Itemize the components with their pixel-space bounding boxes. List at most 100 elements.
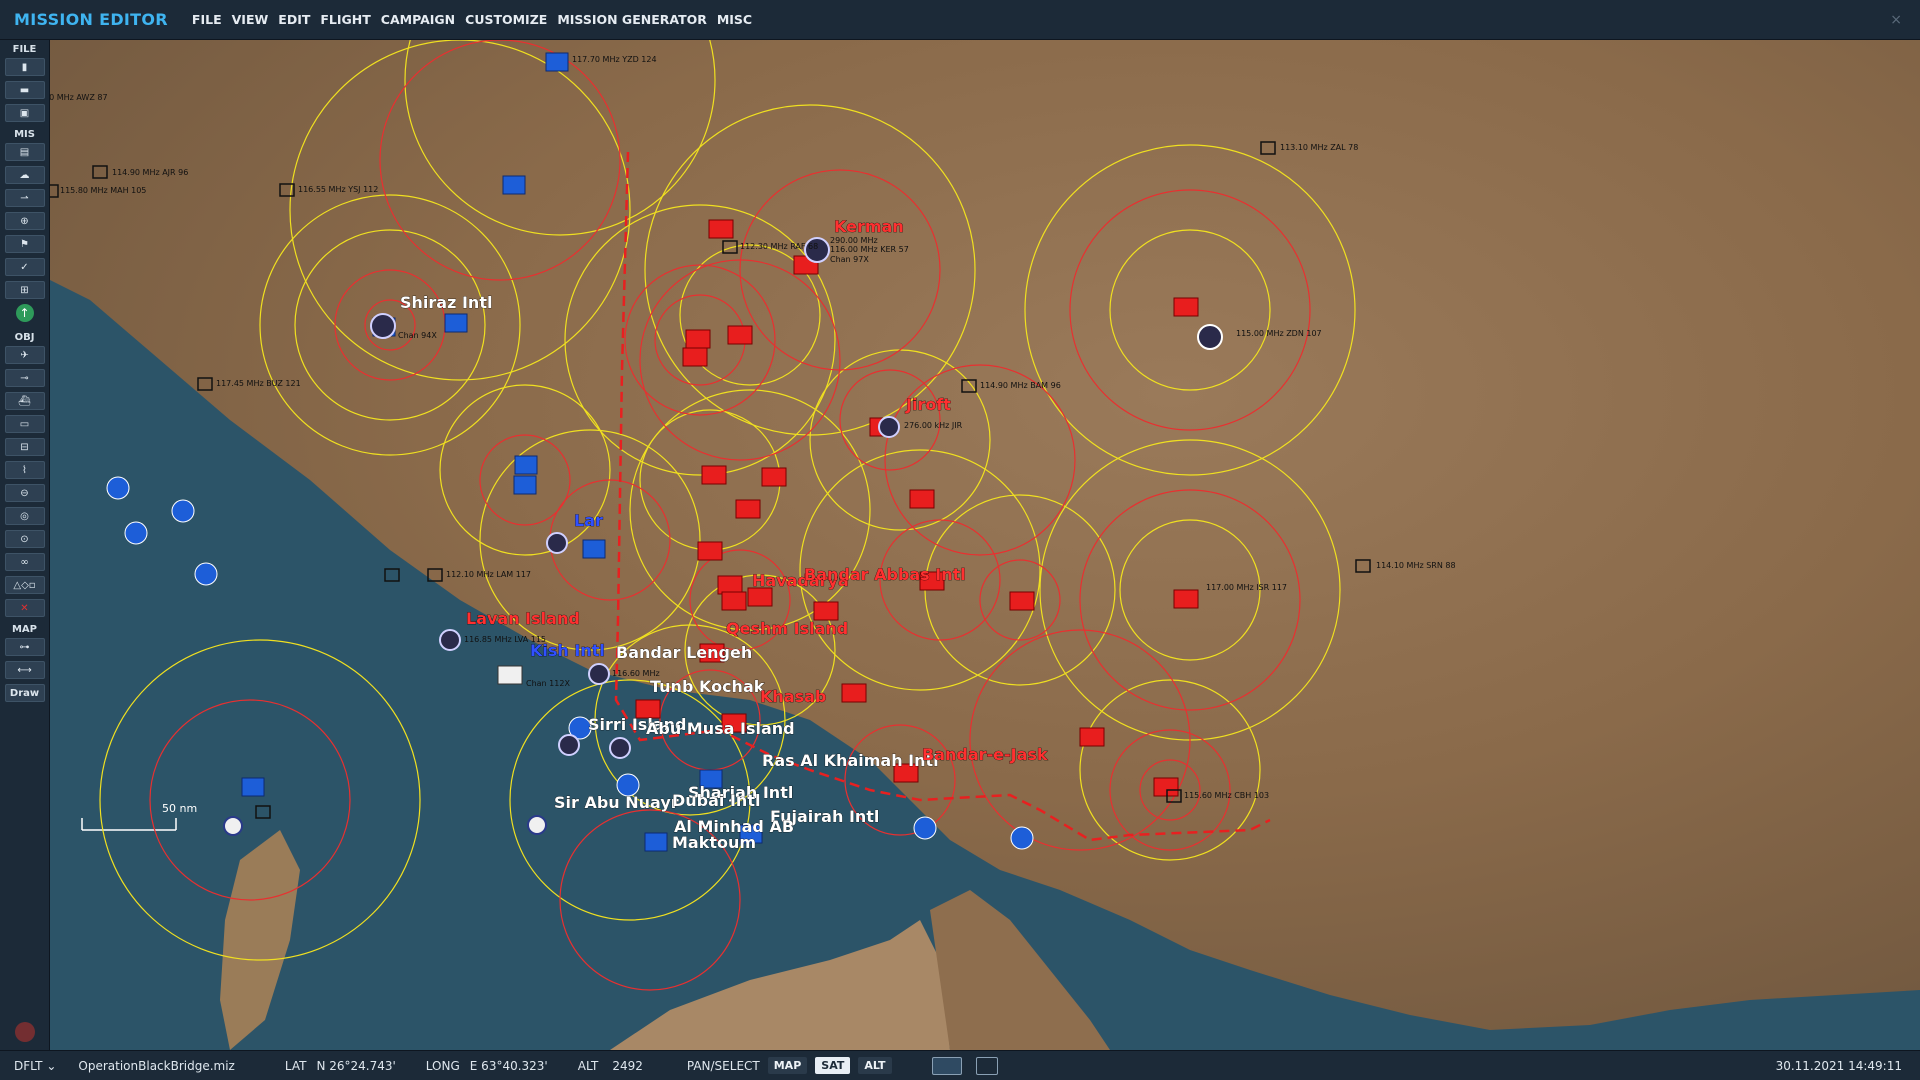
- long-value: E 63°40.323': [469, 1058, 548, 1073]
- cc-marker[interactable]: [171, 499, 195, 523]
- cc-marker[interactable]: [124, 521, 148, 545]
- check-icon[interactable]: ✓: [4, 258, 45, 276]
- menu-edit[interactable]: EDIT: [278, 12, 310, 27]
- delete-icon[interactable]: ✕: [4, 599, 45, 617]
- red-unit[interactable]: [717, 575, 743, 595]
- red-unit[interactable]: [735, 499, 761, 519]
- navaid-label: 00 MHz AWZ 87: [50, 93, 108, 102]
- goals-icon[interactable]: ⚑: [4, 235, 45, 253]
- triggers-icon[interactable]: ⇀: [4, 189, 45, 207]
- layers-icon[interactable]: [931, 1056, 962, 1075]
- map-view[interactable]: 50 nm 117.70 MHz YZD 124 114.90 MHz AJR …: [50, 40, 1920, 1050]
- blue-unit[interactable]: [241, 777, 265, 797]
- static-object-icon[interactable]: ⊟: [4, 438, 45, 456]
- airfield-icon[interactable]: [609, 737, 631, 759]
- briefing-icon[interactable]: ▤: [4, 143, 45, 161]
- vehicle-icon[interactable]: ▭: [4, 415, 45, 433]
- chevron-down-icon: ⌄: [46, 1058, 57, 1073]
- red-unit[interactable]: [747, 587, 773, 607]
- red-unit[interactable]: [813, 601, 839, 621]
- blue-unit[interactable]: [444, 313, 468, 333]
- helicopter-icon[interactable]: ⊸: [4, 369, 45, 387]
- airfield-icon[interactable]: [439, 629, 461, 651]
- key-icon[interactable]: ⊶: [4, 638, 45, 656]
- airfield-icon[interactable]: [527, 815, 547, 835]
- red-unit[interactable]: [708, 219, 734, 239]
- menu-misc[interactable]: MISC: [717, 12, 752, 27]
- draw-button[interactable]: Draw: [4, 684, 45, 702]
- map-mode-button[interactable]: MAP: [767, 1057, 808, 1074]
- shapes-icon[interactable]: △◇▫: [4, 576, 45, 594]
- place-label: Kerman: [834, 217, 904, 236]
- record-icon[interactable]: [15, 1022, 35, 1042]
- navaid-label: Chan 94X: [398, 331, 437, 340]
- point-icon[interactable]: ⊙: [4, 530, 45, 548]
- open-folder-icon[interactable]: ▬: [4, 81, 45, 99]
- airplane-icon[interactable]: ✈: [4, 346, 45, 364]
- red-unit[interactable]: [701, 465, 727, 485]
- airfield-icon[interactable]: [878, 416, 900, 438]
- red-unit[interactable]: [1173, 589, 1199, 609]
- red-unit[interactable]: [909, 489, 935, 509]
- alt-mode-button[interactable]: ALT: [858, 1057, 892, 1074]
- blue-unit[interactable]: [514, 455, 538, 475]
- blue-unit[interactable]: [513, 475, 537, 495]
- save-icon[interactable]: ▣: [4, 104, 45, 122]
- navaid-label: 117.00 MHz ISR 117: [1206, 583, 1287, 592]
- map-canvas[interactable]: 50 nm 117.70 MHz YZD 124 114.90 MHz AJR …: [50, 40, 1920, 1050]
- lat-label: LAT: [284, 1058, 307, 1073]
- blue-unit[interactable]: [502, 175, 526, 195]
- menu-flight[interactable]: FLIGHT: [320, 12, 370, 27]
- menu-mission-generator[interactable]: MISSION GENERATOR: [557, 12, 707, 27]
- airfield-icon[interactable]: [1197, 324, 1223, 350]
- airfield-icon[interactable]: [546, 532, 568, 554]
- coalitions-icon[interactable]: ⊞: [4, 281, 45, 299]
- close-icon[interactable]: ×: [1890, 12, 1902, 28]
- red-unit[interactable]: [685, 329, 711, 349]
- sat-mode-button[interactable]: SAT: [815, 1057, 851, 1074]
- weather-icon[interactable]: ☁: [4, 166, 45, 184]
- group-icon[interactable]: ∞: [4, 553, 45, 571]
- airfield-icon[interactable]: [558, 734, 580, 756]
- red-unit[interactable]: [721, 591, 747, 611]
- red-unit[interactable]: [841, 683, 867, 703]
- cc-marker[interactable]: [1010, 826, 1034, 850]
- blue-unit[interactable]: [545, 52, 569, 72]
- red-unit[interactable]: [1173, 297, 1199, 317]
- blue-unit[interactable]: [582, 539, 606, 559]
- target-icon[interactable]: ◎: [4, 507, 45, 525]
- airfield-icon[interactable]: [588, 663, 610, 685]
- settings-icon[interactable]: [975, 1056, 998, 1075]
- ship-icon[interactable]: ⛴: [4, 392, 45, 410]
- red-unit[interactable]: [682, 347, 708, 367]
- red-unit[interactable]: [1079, 727, 1105, 747]
- airfield-icon[interactable]: [370, 313, 396, 339]
- new-file-icon[interactable]: ▮: [4, 58, 45, 76]
- airfield-icon[interactable]: [497, 665, 523, 685]
- place-label: Bandar Abbas Intl: [804, 565, 966, 584]
- airfield-icon[interactable]: [223, 816, 243, 836]
- red-unit[interactable]: [761, 467, 787, 487]
- menu-campaign[interactable]: CAMPAIGN: [381, 12, 455, 27]
- settings-icon[interactable]: ⊕: [4, 212, 45, 230]
- status-bar: DFLT ⌄ OperationBlackBridge.miz LAT N 26…: [0, 1050, 1920, 1080]
- navaid-label: 117.45 MHz BUZ 121: [216, 379, 301, 388]
- red-unit[interactable]: [1009, 591, 1035, 611]
- place-label: Khasab: [760, 687, 826, 706]
- navaid-label: 115.80 MHz MAH 105: [60, 186, 146, 195]
- ruler-icon[interactable]: ⟷: [4, 661, 45, 679]
- menu-customize[interactable]: CUSTOMIZE: [465, 12, 547, 27]
- red-unit[interactable]: [727, 325, 753, 345]
- blue-unit[interactable]: [644, 832, 668, 852]
- red-unit[interactable]: [1153, 777, 1179, 797]
- cc-marker[interactable]: [106, 476, 130, 500]
- menu-view[interactable]: VIEW: [232, 12, 269, 27]
- menu-file[interactable]: FILE: [192, 12, 222, 27]
- zone-icon[interactable]: ⊖: [4, 484, 45, 502]
- cc-marker[interactable]: [913, 816, 937, 840]
- cc-marker[interactable]: [194, 562, 218, 586]
- up-arrow-icon[interactable]: ↑: [15, 304, 34, 322]
- red-unit[interactable]: [697, 541, 723, 561]
- template-icon[interactable]: ⌇: [4, 461, 45, 479]
- profile-dropdown[interactable]: DFLT ⌄: [14, 1059, 56, 1073]
